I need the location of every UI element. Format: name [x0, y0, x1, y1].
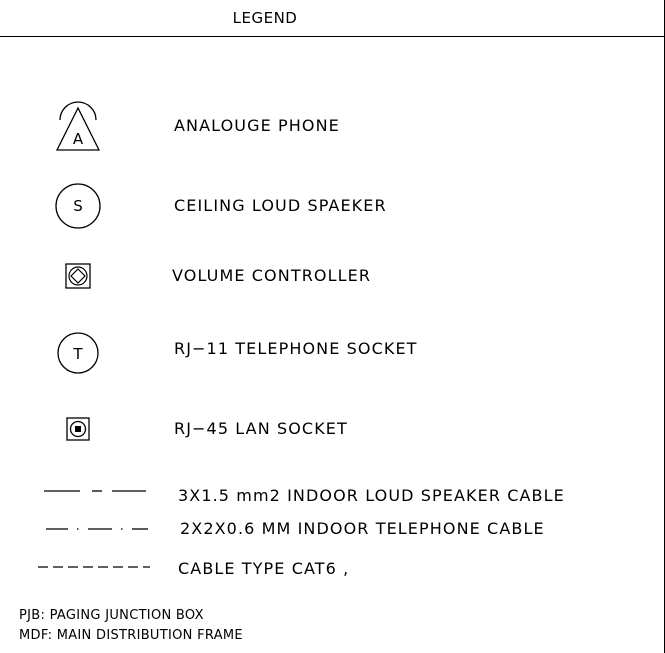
- legend-title-bar: LEGEND: [0, 0, 665, 37]
- analogue-phone-label: ANALOUGE PHONE: [174, 116, 340, 135]
- ceiling-speaker-letter: S: [73, 197, 83, 215]
- cat6-cable-line-icon: [38, 566, 150, 568]
- rj11-socket-letter: T: [72, 345, 83, 363]
- analogue-phone-icon: A: [55, 101, 101, 151]
- volume-controller-icon: [65, 263, 91, 289]
- legend-title: LEGEND: [232, 9, 298, 27]
- speaker-cable-label: 3X1.5 mm2 INDOOR LOUD SPEAKER CABLE: [178, 486, 565, 505]
- rj11-socket-label: RJ−11 TELEPHONE SOCKET: [174, 339, 418, 358]
- rj45-socket-label: RJ−45 LAN SOCKET: [174, 419, 348, 438]
- analogue-phone-letter: A: [73, 130, 84, 148]
- cat6-cable-label: CABLE TYPE CAT6 ,: [178, 559, 350, 578]
- telephone-cable-label: 2X2X0.6 MM INDOOR TELEPHONE CABLE: [180, 519, 545, 538]
- note-pjb: PJB: PAGING JUNCTION BOX: [19, 608, 204, 623]
- rj11-socket-icon: T: [57, 332, 99, 374]
- speaker-cable-line-icon: [44, 490, 146, 492]
- note-mdf: MDF: MAIN DISTRIBUTION FRAME: [19, 628, 243, 643]
- ceiling-speaker-label: CEILING LOUD SPAEKER: [174, 196, 387, 215]
- telephone-cable-line-icon: [46, 528, 148, 530]
- rj45-socket-icon: [66, 417, 90, 441]
- ceiling-speaker-icon: S: [55, 183, 101, 229]
- volume-controller-label: VOLUME CONTROLLER: [172, 266, 372, 285]
